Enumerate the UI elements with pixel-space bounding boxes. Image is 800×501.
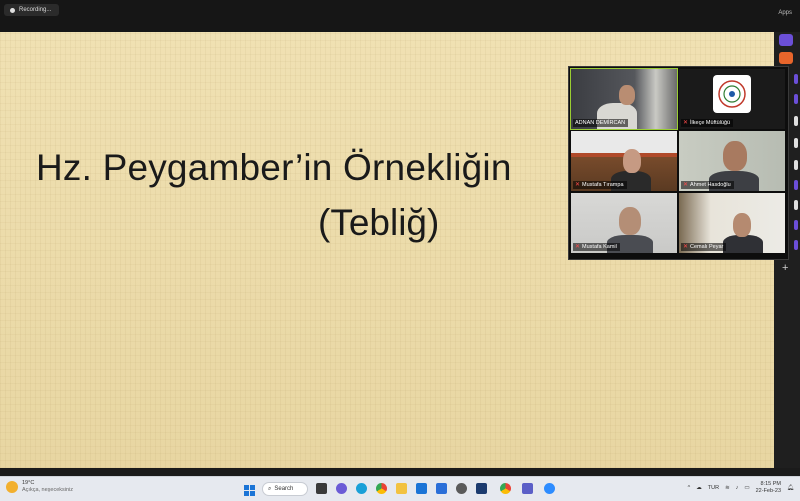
participant-tile[interactable]: ✕ İlkeçe Müftülüğü [679,69,785,129]
app-tile-icon[interactable] [779,34,793,46]
file-explorer-icon[interactable] [396,483,407,494]
chevron-up-icon[interactable]: ^ [688,485,691,491]
participant-avatar [619,207,641,235]
record-dot-icon [10,7,15,13]
participant-tile[interactable]: ✕ Cemalı Peyar [679,193,785,253]
participant-name: Mustafa Tırampa [582,182,624,188]
participant-tile[interactable]: ADNAN DEMİRCAN [570,68,678,130]
wifi-icon[interactable]: ≋ [725,485,730,491]
apps-button[interactable]: Apps [778,10,792,16]
edge-browser-icon[interactable] [356,483,367,494]
mic-muted-icon: ✕ [575,182,581,188]
chat-icon[interactable] [336,483,347,494]
strip-tab-icon[interactable] [794,180,798,190]
recording-label: Recording... [19,7,52,13]
mufti-logo-icon [713,75,751,113]
strip-tab-icon[interactable] [794,200,798,210]
mic-muted-icon: ✕ [575,244,581,250]
add-app-icon[interactable]: + [782,262,788,274]
system-tray: ^ ☁ TUR ≋ ♪ ▭ 8:15 PM 22-Feb-23 🔔︎ [688,481,794,495]
participant-name: Ahmet Hasdoğlu [690,182,731,188]
weather-description: Açıkça, neşeceksiniz [22,486,74,493]
app-tile-icon[interactable] [779,52,793,64]
slide-title-line2: (Tebliğ) [318,202,440,243]
cloud-icon[interactable]: ☁ [696,485,702,491]
participant-avatar [733,213,751,237]
strip-tab-icon[interactable] [794,74,798,84]
strip-tab-icon[interactable] [794,240,798,250]
battery-icon[interactable]: ▭ [744,485,749,491]
participant-avatar [723,141,747,171]
participant-avatar [619,85,635,105]
participants-gallery: ADNAN DEMİRCAN ✕ İlkeçe Müftülüğü ✕ Must… [568,66,789,260]
mic-muted-icon: ✕ [683,120,689,126]
strip-tab-icon[interactable] [794,138,798,148]
search-label: Search [274,486,294,492]
clock-time: 8:15 PM [760,481,782,487]
mail-icon[interactable] [416,483,427,494]
media-icon[interactable] [476,483,487,494]
windows-start-icon[interactable] [244,483,255,496]
strip-tab-icon[interactable] [794,116,798,126]
weather-widget[interactable]: 19°C Açıkça, neşeceksiniz [6,480,73,493]
zoom-icon[interactable] [544,483,555,494]
task-view-icon[interactable] [316,483,327,494]
teams-icon[interactable] [522,483,533,494]
strip-tab-icon[interactable] [794,160,798,170]
strip-tab-icon[interactable] [794,220,798,230]
store-icon[interactable] [436,483,447,494]
participant-tile[interactable]: ✕ Ahmet Hasdoğlu [679,131,785,191]
participant-name: Cemalı Peyar [690,244,724,250]
chrome-icon[interactable] [376,483,387,494]
taskbar-search[interactable]: ⌕ Search [262,482,308,496]
clock[interactable]: 8:15 PM 22-Feb-23 [756,481,781,495]
language-indicator[interactable]: TUR [708,485,719,491]
participant-name: ADNAN DEMİRCAN [575,120,626,126]
chrome-profile-icon[interactable] [500,483,511,494]
participant-name: İlkeçe Müftülüğü [690,120,731,126]
weather-sun-icon [6,480,18,493]
slide-title-line1: Hz. Peygamber’in Örnekliğin [36,147,512,188]
recording-indicator[interactable]: Recording... [4,4,60,16]
top-bar: Recording... Apps [0,0,800,32]
strip-tab-icon[interactable] [794,94,798,104]
speaker-icon[interactable]: ♪ [736,485,739,491]
participant-tile[interactable]: ✕ Mustafa Tırampa [571,131,677,191]
settings-gear-icon[interactable] [456,483,467,494]
participant-avatar [623,149,641,173]
participant-tile[interactable]: ✕ Mustafa Kamil [571,193,677,253]
taskbar: 19°C Açıkça, neşeceksiniz ⌕ Search ^ ☁ T… [0,476,800,501]
clock-date: 22-Feb-23 [755,488,782,494]
participant-name: Mustafa Kamil [582,244,617,250]
search-icon: ⌕ [268,485,272,492]
notification-icon[interactable]: 🔔︎ [787,485,794,491]
mic-muted-icon: ✕ [683,244,689,250]
mic-muted-icon: ✕ [683,182,689,188]
